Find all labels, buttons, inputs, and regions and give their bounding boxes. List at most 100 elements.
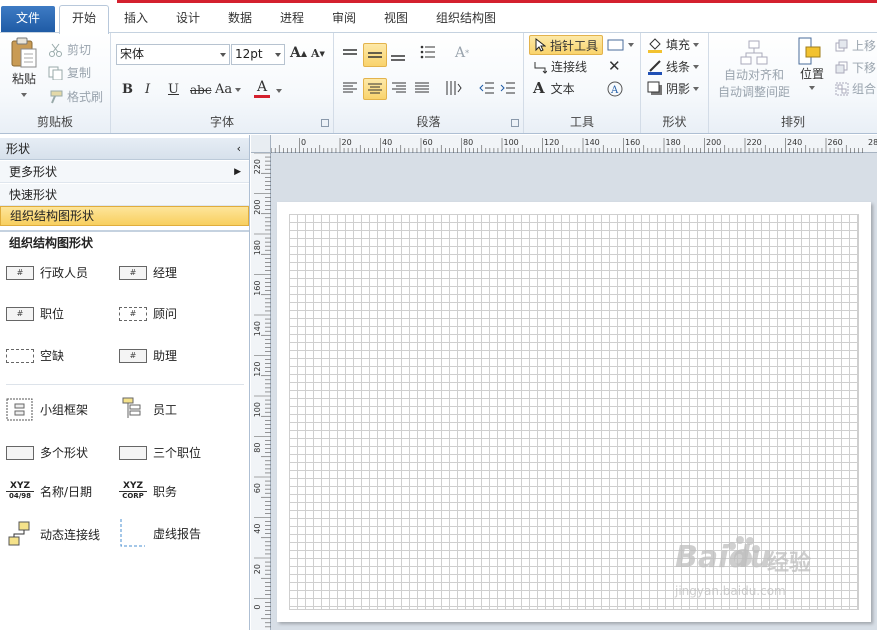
tab-design[interactable]: 设计 [170, 8, 206, 32]
group-button[interactable]: 组合 [835, 80, 876, 97]
shape-name-date[interactable]: XYZ 04/98 名称/日期 [6, 482, 92, 501]
connector-tool-button[interactable]: 连接线 [533, 58, 587, 75]
rectangle-tool-button[interactable] [607, 39, 634, 51]
tab-data[interactable]: 数据 [222, 8, 258, 32]
ruler-label: 60 [423, 138, 433, 147]
align-left-button[interactable] [342, 81, 358, 95]
font-dialog-launcher[interactable] [321, 119, 329, 127]
align-middle-button[interactable] [363, 43, 387, 67]
grow-font-button[interactable]: A ▲ [290, 45, 307, 61]
group-arrange: 自动对齐和 自动调整间距 位置 上移 下移 组合 排列 [709, 33, 877, 133]
copy-button[interactable]: 复制 [48, 64, 91, 81]
underline-button[interactable]: U [168, 82, 179, 97]
vertical-ruler: 220 200 180 160 140 120 100 80 60 40 20 0 [251, 152, 271, 630]
align-bottom-button[interactable] [390, 45, 410, 65]
font-size-select[interactable]: 12pt [231, 44, 285, 65]
align-right-button[interactable] [391, 81, 407, 95]
shape-vacancy[interactable]: 空缺 [6, 347, 64, 364]
cut-button[interactable]: 剪切 [48, 41, 91, 58]
tab-file[interactable]: 文件 [1, 6, 55, 32]
shape-label: 空缺 [40, 349, 65, 363]
shape-team-frame[interactable]: 小组框架 [6, 396, 88, 422]
tab-orgchart[interactable]: 组织结构图 [430, 8, 502, 32]
font-color-button[interactable]: A [254, 79, 270, 98]
tab-process[interactable]: 进程 [274, 8, 310, 32]
watermark-url: jingyan.baidu.com [675, 584, 786, 598]
shape-executive[interactable]: # 行政人员 [6, 264, 88, 281]
pointer-tool-label: 指针工具 [550, 38, 599, 53]
bring-forward-button[interactable]: 上移 [835, 37, 876, 54]
chevron-down-icon[interactable] [276, 89, 282, 93]
ruler-label: 80 [463, 138, 473, 147]
decrease-indent-button[interactable] [479, 81, 495, 95]
outdent-icon [479, 82, 494, 94]
shape-manager[interactable]: # 经理 [119, 264, 177, 281]
tab-home[interactable]: 开始 [59, 5, 109, 34]
collapse-left-icon[interactable]: ‹ [237, 138, 241, 160]
scissors-icon [49, 43, 62, 57]
change-case-button[interactable]: Aa [215, 82, 242, 97]
shadow-label: 阴影 [666, 82, 691, 96]
paste-label: 粘贴 [11, 72, 36, 86]
tab-view[interactable]: 视图 [378, 8, 414, 32]
shape-label: 助理 [153, 349, 178, 363]
pointer-tool-button[interactable]: 指针工具 [529, 35, 603, 55]
drawing-canvas[interactable]: 020406080100120140160180200220240260280 … [251, 135, 877, 630]
shape-consultant[interactable]: # 顾问 [119, 305, 177, 322]
increase-indent-button[interactable] [500, 81, 516, 95]
shape-title[interactable]: XYZ CORP 职务 [119, 482, 177, 501]
shape-multiple[interactable]: 多个形状 [6, 444, 88, 461]
paragraph-dialog-launcher[interactable] [511, 119, 519, 127]
shrink-font-button[interactable]: A ▼ [311, 47, 325, 60]
send-backward-button[interactable]: 下移 [835, 59, 876, 76]
bold-button[interactable]: B [122, 82, 133, 97]
shape-three-positions[interactable]: 三个职位 [119, 444, 201, 461]
fill-button[interactable]: 填充 [647, 36, 700, 53]
position-shape-icon: # [6, 306, 34, 321]
bullets-button[interactable] [420, 45, 436, 59]
justify-button[interactable] [414, 81, 430, 95]
rotate-text-button[interactable]: A [606, 80, 624, 98]
shape-assistant[interactable]: # 助理 [119, 347, 177, 364]
font-family-select[interactable]: 宋体 [116, 44, 230, 65]
clipboard-group-label: 剪贴板 [36, 115, 73, 129]
group-font: 宋体 12pt A ▲ A ▼ B I U abc Aa A 字体 [111, 33, 334, 133]
xyz-text: XYZ [119, 482, 147, 492]
pointer-icon [535, 38, 546, 52]
position-button[interactable]: 位置 [797, 37, 827, 90]
italic-button[interactable]: I [145, 82, 150, 97]
more-shapes-menu[interactable]: 更多形状 ▶ [0, 161, 249, 183]
shape-dynamic-connector[interactable]: 动态连接线 [6, 521, 100, 547]
tab-insert[interactable]: 插入 [118, 8, 154, 32]
ruler-label: 200 [253, 200, 262, 215]
shadow-button[interactable]: 阴影 [647, 80, 700, 97]
format-painter-button[interactable]: 格式刷 [48, 88, 103, 105]
ribbon-tab-bar: 文件 开始 插入 设计 数据 进程 审阅 视图 组织结构图 [0, 0, 877, 34]
auto-align-space-button[interactable]: 自动对齐和 自动调整间距 [714, 39, 794, 101]
clipboard-icon [11, 37, 37, 68]
ruler-label: 220 [747, 138, 762, 147]
strikethrough-button[interactable]: abc [190, 83, 212, 97]
shapes-pane-title: 形状 [6, 142, 31, 156]
shape-label: 多个形状 [40, 446, 89, 460]
align-center-button[interactable] [363, 78, 387, 100]
shape-position[interactable]: # 职位 [6, 305, 64, 322]
text-direction-button[interactable] [444, 80, 462, 96]
fill-label: 填充 [666, 38, 691, 52]
quick-shapes-item[interactable]: 快速形状 [0, 184, 249, 206]
shape-dotted-line-report[interactable]: 虚线报告 [119, 518, 201, 548]
arrange-group-label: 排列 [780, 115, 805, 129]
text-tool-button[interactable]: A 文本 [533, 79, 575, 97]
org-shapes-stencil-item[interactable]: 组织结构图形状 [0, 206, 249, 226]
line-button[interactable]: 线条 [647, 58, 700, 75]
shape-staff[interactable]: 员工 [119, 396, 177, 422]
tab-review[interactable]: 审阅 [326, 8, 362, 32]
drawing-page[interactable]: Baidu 经验 jingyan.baidu.com [277, 202, 871, 622]
close-x-icon[interactable]: ✕ [608, 57, 621, 75]
align-top-button[interactable] [342, 45, 362, 65]
paste-button[interactable]: 粘贴 [6, 37, 42, 97]
xyz-text: XYZ [6, 482, 34, 492]
shadow-icon [647, 81, 662, 95]
auto-space-label: 自动调整间距 [717, 85, 790, 99]
assistant-shape-icon: # [119, 348, 147, 363]
